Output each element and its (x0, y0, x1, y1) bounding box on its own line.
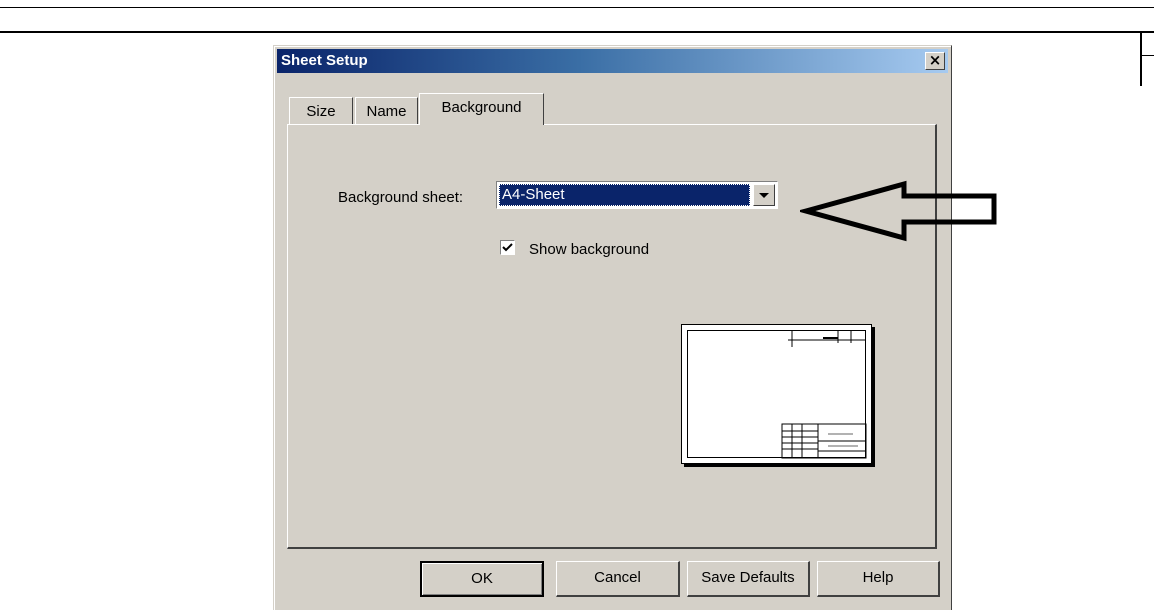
left-arrow-icon (800, 180, 997, 242)
help-button[interactable]: Help (817, 561, 940, 597)
title-block-icon (781, 331, 867, 459)
drawing-edge-tick (1140, 55, 1154, 56)
save-defaults-button[interactable]: Save Defaults (687, 561, 810, 597)
close-icon: × (928, 51, 942, 69)
checkmark-icon (502, 243, 513, 252)
show-background-checkbox[interactable] (500, 240, 515, 255)
dropdown-button[interactable] (753, 184, 775, 206)
background-sheet-value: A4-Sheet (499, 184, 750, 206)
tab-background[interactable]: Background (419, 93, 544, 125)
tab-name-label: Name (366, 103, 407, 120)
tab-size[interactable]: Size (289, 97, 353, 125)
tab-name[interactable]: Name (355, 97, 418, 125)
cancel-button[interactable]: Cancel (556, 561, 680, 597)
cancel-button-label: Cancel (594, 569, 641, 586)
chevron-down-icon (759, 193, 769, 198)
dialog-titlebar[interactable]: Sheet Setup × (277, 49, 948, 73)
save-defaults-button-label: Save Defaults (701, 569, 795, 586)
tab-background-label: Background (441, 99, 522, 116)
sheet-setup-dialog: Sheet Setup × Size Name Background Backg… (273, 45, 952, 610)
background-sheet-label: Background sheet: (338, 189, 464, 206)
dialog-title: Sheet Setup (281, 52, 368, 69)
help-button-label: Help (862, 569, 894, 586)
ok-button[interactable]: OK (420, 561, 544, 597)
sheet-preview (681, 324, 872, 464)
ok-button-label: OK (471, 570, 493, 587)
drawing-edge-right (1140, 31, 1142, 86)
background-sheet-select[interactable]: A4-Sheet (496, 181, 778, 209)
show-background-label: Show background (529, 241, 650, 258)
close-button[interactable]: × (925, 52, 945, 70)
sheet-preview-frame (687, 330, 867, 459)
drawing-border-second (0, 31, 1154, 33)
drawing-border-top (0, 7, 1154, 8)
tab-size-label: Size (306, 103, 336, 120)
